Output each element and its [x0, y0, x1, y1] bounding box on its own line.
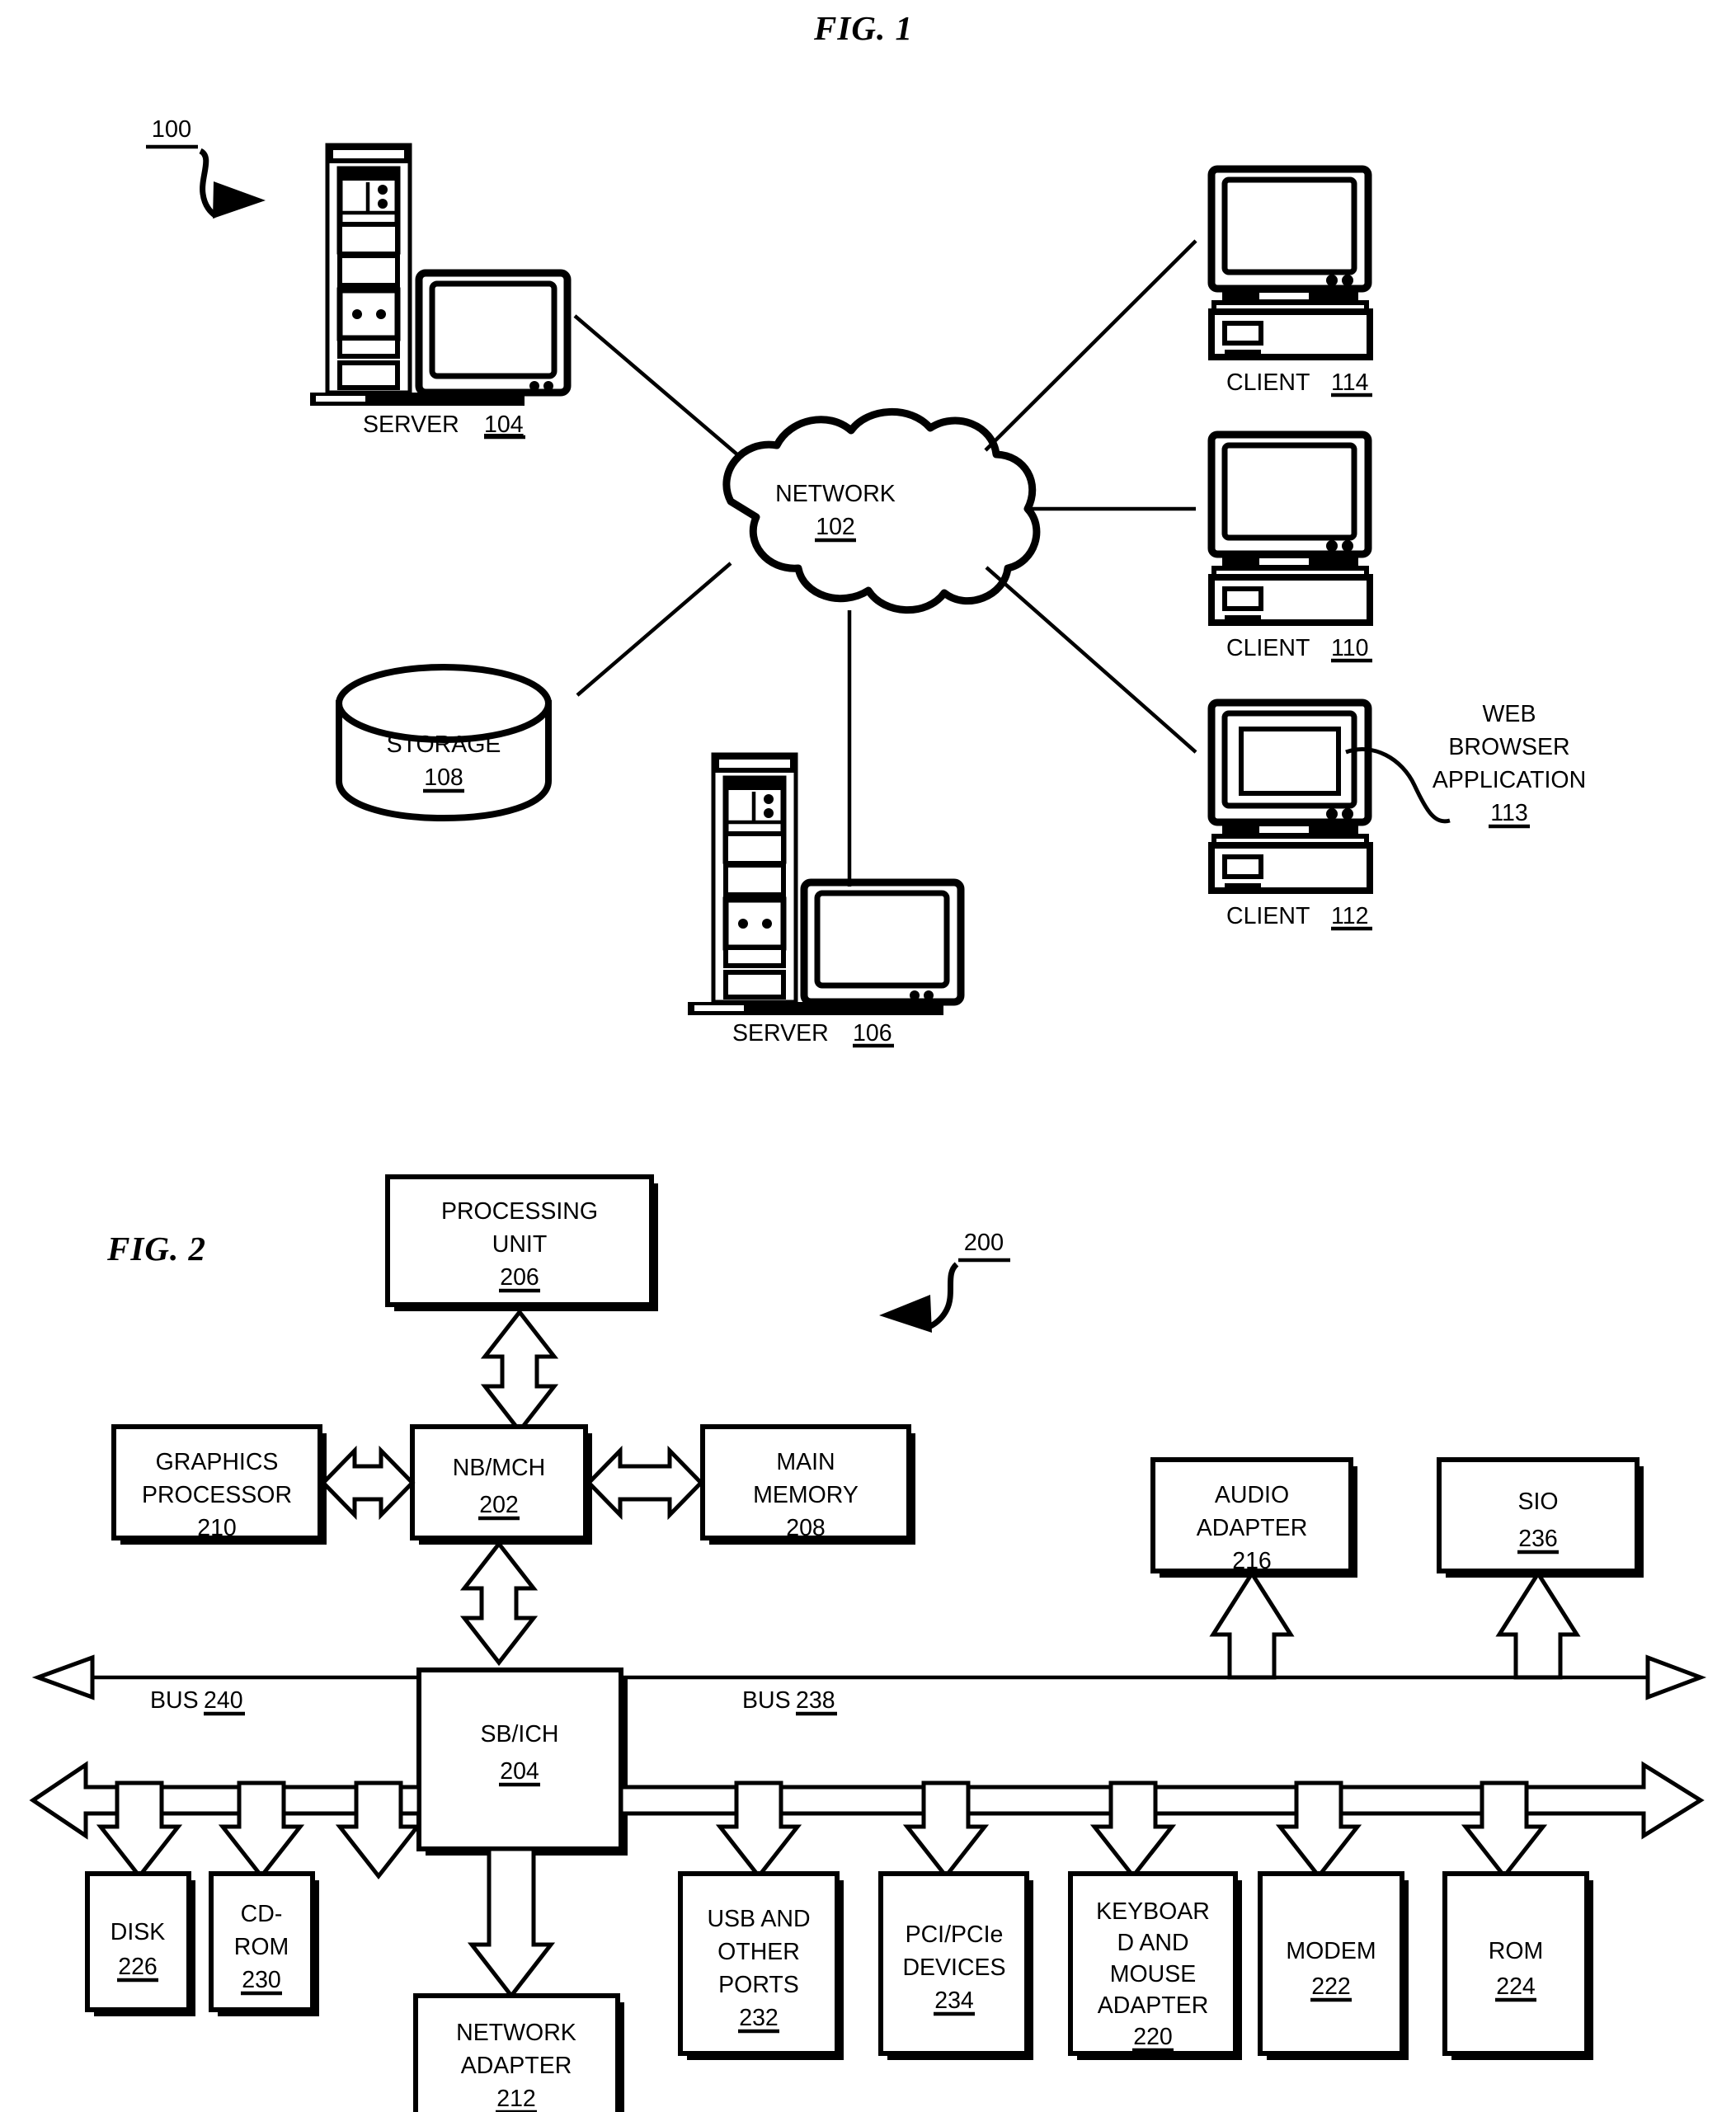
patent-drawing-sheet: FIG. 1 100 SERVER 104 SERVER 106 NETWORK…: [0, 0, 1736, 2112]
box-modem: [1258, 1871, 1409, 2060]
keyboard-mouse-line3: MOUSE: [1110, 1961, 1197, 1987]
usb-ports-line3: PORTS: [718, 1972, 799, 1998]
network-cloud: [722, 408, 1041, 614]
bus-238-ref: 238: [796, 1687, 835, 1714]
client-114-graphic: [1207, 165, 1373, 360]
web-browser-line1: WEB: [1483, 701, 1536, 727]
fig1-title: FIG. 1: [813, 9, 913, 47]
server-106-ref: 106: [853, 1020, 892, 1047]
network-adapter-line2: ADAPTER: [461, 2053, 572, 2079]
bus-238-arrowhead: [1645, 1654, 1707, 1700]
modem-label: MODEM: [1286, 1938, 1376, 1964]
keyboard-mouse-line4: ADAPTER: [1098, 1992, 1209, 2019]
box-nb-mch: [410, 1424, 592, 1545]
keyboard-mouse-line2: D AND: [1117, 1930, 1188, 1956]
network-ref: 102: [816, 514, 855, 540]
drawing-canvas: FIG. 1 100 SERVER 104 SERVER 106 NETWORK…: [29, 9, 1707, 2112]
fig1-reference-number: 100: [152, 116, 191, 143]
fig2-lead-curve: [925, 1262, 959, 1331]
pci-devices-line1: PCI/PCIe: [906, 1921, 1004, 1948]
usb-ports-ref: 232: [739, 2005, 779, 2031]
web-browser-line3: APPLICATION: [1433, 767, 1586, 793]
usb-ports-line2: OTHER: [717, 1939, 800, 1965]
server-104-graphic: [310, 143, 572, 406]
server-104-label: SERVER: [363, 412, 459, 438]
link-client112-network: [985, 566, 1197, 754]
client-112-label: CLIENT: [1226, 903, 1310, 929]
box-sio: [1437, 1457, 1644, 1578]
keyboard-mouse-ref: 220: [1133, 2024, 1173, 2050]
rom-ref: 224: [1496, 1973, 1536, 2000]
client-112-ref: 112: [1331, 903, 1368, 929]
pci-devices-line2: DEVICES: [902, 1954, 1005, 1981]
server-106-graphic: [688, 752, 965, 1015]
bus-240-ref: 240: [204, 1687, 243, 1714]
usb-ports-line1: USB AND: [707, 1906, 810, 1932]
network-adapter-line1: NETWORK: [456, 2020, 576, 2046]
server-104-ref: 104: [484, 412, 524, 438]
storage-ref: 108: [424, 764, 463, 791]
disk-label: DISK: [111, 1919, 166, 1945]
graphics-processor-ref: 210: [197, 1515, 237, 1541]
fig1-lead-arrowhead: [213, 181, 266, 219]
main-memory-ref: 208: [786, 1515, 826, 1541]
arrow-pu-nbmch: [480, 1308, 559, 1435]
graphics-processor-line1: GRAPHICS: [156, 1449, 279, 1475]
client-112-graphic: [1207, 699, 1373, 894]
arrow-bus238-sio: [1495, 1569, 1581, 1680]
fig2-reference-number: 200: [964, 1230, 1004, 1256]
disk-ref: 226: [118, 1954, 158, 1980]
cdrom-line1: CD-: [241, 1901, 283, 1927]
box-rom: [1442, 1871, 1593, 2060]
arrow-nbmch-mainmemory: [586, 1445, 704, 1521]
audio-adapter-line2: ADAPTER: [1197, 1515, 1308, 1541]
client-114-label: CLIENT: [1226, 369, 1310, 396]
cdrom-ref: 230: [242, 1967, 281, 1993]
sio-ref: 236: [1518, 1526, 1558, 1552]
client-114-ref: 114: [1331, 369, 1369, 396]
rom-label: ROM: [1489, 1938, 1544, 1964]
nb-mch-label: NB/MCH: [453, 1455, 545, 1481]
arrow-gpu-nbmch: [320, 1445, 416, 1521]
keyboard-mouse-line1: KEYBOAR: [1096, 1898, 1210, 1925]
web-browser-ref: 113: [1490, 800, 1527, 826]
processing-unit-ref: 206: [500, 1264, 539, 1291]
fig2-lead-arrowhead: [879, 1295, 932, 1333]
processing-unit-line2: UNIT: [492, 1231, 548, 1258]
main-memory-line2: MEMORY: [753, 1482, 859, 1508]
arrow-bus238-audio: [1209, 1569, 1295, 1680]
sb-ich-label: SB/ICH: [480, 1721, 558, 1747]
bus-240-arrowhead: [31, 1654, 95, 1700]
network-label: NETWORK: [775, 481, 896, 507]
audio-adapter-line1: AUDIO: [1215, 1482, 1289, 1508]
nb-mch-ref: 202: [479, 1492, 519, 1518]
bus-240-label: BUS: [150, 1687, 199, 1714]
server-106-label: SERVER: [732, 1020, 829, 1047]
graphics-processor-line2: PROCESSOR: [142, 1482, 292, 1508]
client-110-label: CLIENT: [1226, 635, 1310, 661]
processing-unit-line1: PROCESSING: [441, 1198, 598, 1225]
arrow-sbich-network-adapter: [467, 1846, 556, 2000]
cdrom-line2: ROM: [234, 1934, 289, 1960]
client-110-graphic: [1207, 430, 1373, 626]
sio-label: SIO: [1517, 1489, 1558, 1515]
fig2-title: FIG. 2: [106, 1230, 206, 1268]
pci-devices-ref: 234: [934, 1987, 974, 2014]
link-server104-network: [573, 314, 740, 457]
main-memory-line1: MAIN: [776, 1449, 835, 1475]
storage-label: STORAGE: [387, 731, 501, 758]
sb-ich-ref: 204: [500, 1758, 539, 1785]
modem-ref: 222: [1311, 1973, 1351, 2000]
network-adapter-ref: 212: [496, 2086, 536, 2112]
client-110-ref: 110: [1331, 635, 1368, 661]
link-storage-network: [576, 562, 732, 697]
arrow-nbmch-sbich: [459, 1540, 539, 1667]
bus-238-label: BUS: [742, 1687, 791, 1714]
link-client114-network: [984, 239, 1197, 452]
web-browser-line2: BROWSER: [1448, 734, 1569, 760]
